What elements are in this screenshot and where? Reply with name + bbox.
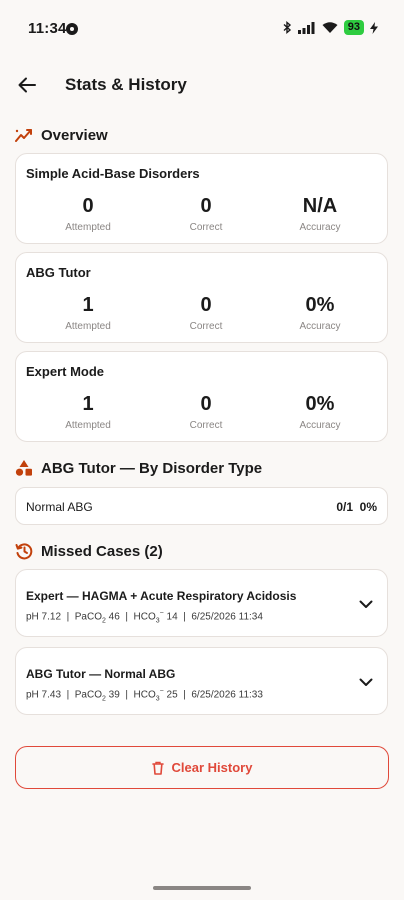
case-details: pH 7.12 | PaCO2 46 | HCO3− 14 | 6/25/202… bbox=[26, 610, 263, 625]
history-icon bbox=[15, 542, 33, 560]
card-title: Expert Mode bbox=[26, 364, 105, 379]
trending-icon bbox=[15, 126, 33, 144]
stat-accuracy: 0% Accuracy bbox=[265, 293, 375, 332]
charging-icon bbox=[370, 21, 378, 34]
page-title: Stats & History bbox=[65, 75, 187, 94]
by-disorder-label: ABG Tutor — By Disorder Type bbox=[41, 459, 263, 477]
notification-icon bbox=[66, 23, 78, 35]
disorder-fraction: 0/1 bbox=[336, 500, 353, 514]
stat-value: N/A bbox=[302, 195, 338, 217]
app-bar: Stats & History bbox=[0, 62, 404, 110]
stat-label: Correct bbox=[189, 321, 223, 332]
stats-card-simple: Simple Acid-Base Disorders 0 Attempted 0… bbox=[15, 153, 388, 244]
stat-value: 0 bbox=[200, 195, 212, 217]
case-ph: pH 7.12 bbox=[26, 611, 62, 623]
stat-value: 1 bbox=[82, 393, 94, 415]
stat-value: 0 bbox=[200, 393, 212, 415]
case-paco2-label: PaCO bbox=[74, 689, 102, 701]
stat-attempted: 1 Attempted bbox=[33, 293, 143, 332]
case-details: pH 7.43 | PaCO2 39 | HCO3− 25 | 6/25/202… bbox=[26, 688, 263, 703]
overview-label: Overview bbox=[41, 126, 108, 144]
card-title: Simple Acid-Base Disorders bbox=[26, 166, 200, 181]
arrow-left-icon bbox=[18, 77, 36, 93]
by-disorder-heading: ABG Tutor — By Disorder Type bbox=[15, 459, 262, 477]
card-title: ABG Tutor bbox=[26, 265, 91, 280]
stat-label: Accuracy bbox=[299, 321, 341, 332]
case-datetime: 6/25/2026 11:34 bbox=[191, 611, 263, 623]
status-icons: 93 bbox=[283, 20, 378, 35]
stat-label: Accuracy bbox=[299, 222, 341, 233]
stats-card-abg-tutor: ABG Tutor 1 Attempted 0 Correct 0% Accur… bbox=[15, 252, 388, 343]
stat-attempted: 1 Attempted bbox=[33, 392, 143, 431]
stat-label: Accuracy bbox=[299, 420, 341, 431]
stat-label: Attempted bbox=[65, 321, 111, 332]
status-time: 11:34 bbox=[28, 20, 67, 37]
stat-correct: 0 Correct bbox=[151, 392, 261, 431]
case-paco2-value: 39 bbox=[105, 689, 120, 701]
overview-heading: Overview bbox=[15, 126, 108, 144]
stats-card-expert: Expert Mode 1 Attempted 0 Correct 0% Acc… bbox=[15, 351, 388, 442]
stat-label: Attempted bbox=[65, 222, 111, 233]
status-bar: 11:34 93 bbox=[0, 0, 404, 60]
disorder-name: Normal ABG bbox=[26, 500, 93, 514]
case-title: Expert — HAGMA + Acute Respiratory Acido… bbox=[26, 589, 297, 603]
case-datetime: 6/25/2026 11:33 bbox=[191, 689, 263, 701]
stat-value: 0 bbox=[82, 195, 94, 217]
case-hco3-value: 25 bbox=[163, 689, 178, 701]
case-paco2-label: PaCO bbox=[74, 611, 102, 623]
home-indicator[interactable] bbox=[153, 886, 251, 890]
missed-cases-heading: Missed Cases (2) bbox=[15, 542, 163, 560]
bluetooth-icon bbox=[283, 21, 292, 34]
chevron-down-icon[interactable] bbox=[357, 673, 375, 691]
signal-icon bbox=[297, 21, 316, 34]
missed-cases-label: Missed Cases (2) bbox=[41, 542, 163, 560]
trash-icon bbox=[151, 761, 164, 775]
chevron-down-icon[interactable] bbox=[357, 595, 375, 613]
shapes-icon bbox=[15, 459, 33, 477]
stat-value: 0 bbox=[200, 294, 212, 316]
stat-correct: 0 Correct bbox=[151, 194, 261, 233]
back-button[interactable] bbox=[12, 70, 42, 100]
clear-history-label: Clear History bbox=[171, 760, 253, 775]
case-hco3-label: HCO bbox=[133, 611, 156, 623]
wifi-icon bbox=[322, 21, 338, 34]
clear-history-button[interactable]: Clear History bbox=[15, 746, 389, 789]
missed-case-item[interactable]: Expert — HAGMA + Acute Respiratory Acido… bbox=[15, 569, 388, 637]
case-paco2-value: 46 bbox=[105, 611, 120, 623]
case-title: ABG Tutor — Normal ABG bbox=[26, 667, 176, 681]
stat-correct: 0 Correct bbox=[151, 293, 261, 332]
case-hco3-value: 14 bbox=[163, 611, 178, 623]
stat-accuracy: 0% Accuracy bbox=[265, 392, 375, 431]
stat-label: Correct bbox=[189, 420, 223, 431]
missed-case-item[interactable]: ABG Tutor — Normal ABG pH 7.43 | PaCO2 3… bbox=[15, 647, 388, 715]
disorder-percent: 0% bbox=[359, 500, 377, 514]
stat-value: 0% bbox=[305, 294, 335, 316]
stat-label: Attempted bbox=[65, 420, 111, 431]
disorder-row: Normal ABG 0/1 0% bbox=[15, 487, 388, 525]
case-hco3-label: HCO bbox=[133, 689, 156, 701]
stat-label: Correct bbox=[189, 222, 223, 233]
stat-attempted: 0 Attempted bbox=[33, 194, 143, 233]
stat-accuracy: N/A Accuracy bbox=[265, 194, 375, 233]
stat-value: 1 bbox=[82, 294, 94, 316]
battery-level: 93 bbox=[343, 20, 364, 35]
case-ph: pH 7.43 bbox=[26, 689, 62, 701]
stat-value: 0% bbox=[305, 393, 335, 415]
